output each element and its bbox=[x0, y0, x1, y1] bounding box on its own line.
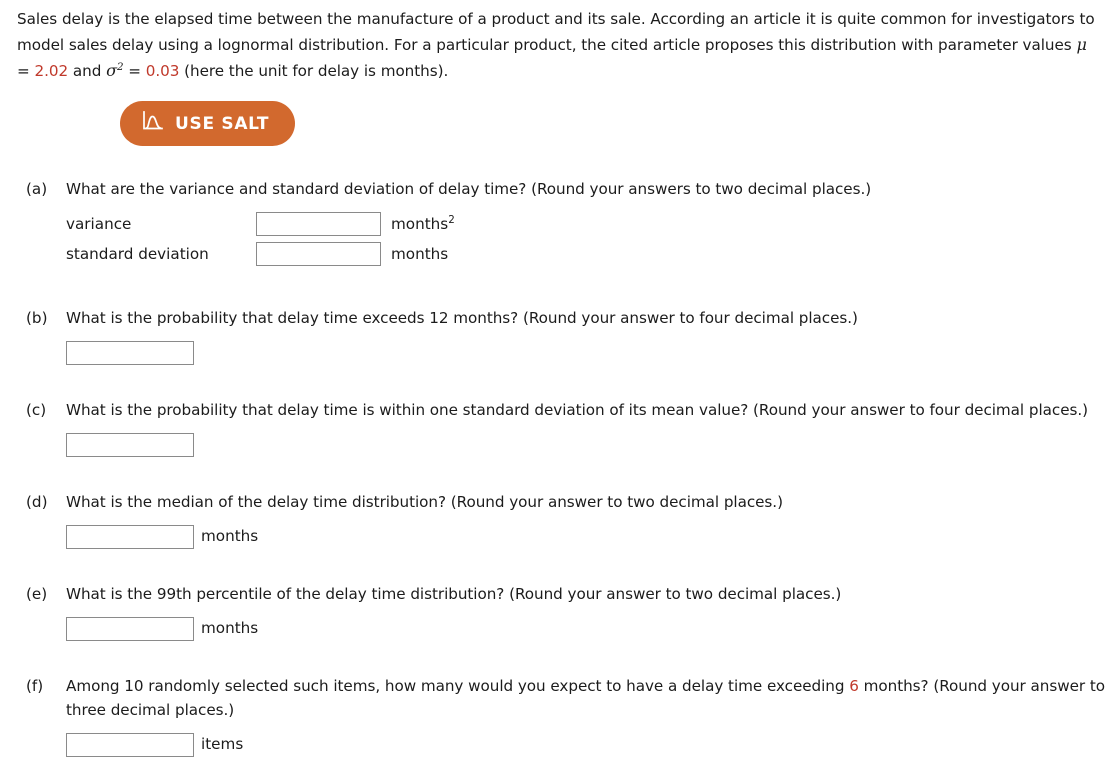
question-f: (f) Among 10 randomly selected such item… bbox=[0, 674, 1120, 758]
variance-input[interactable] bbox=[256, 212, 381, 236]
sigma-symbol: σ bbox=[106, 61, 117, 80]
exercise-page: Sales delay is the elapsed time between … bbox=[0, 0, 1120, 758]
question-b-label: (b) bbox=[26, 309, 48, 327]
question-b: (b) What is the probability that delay t… bbox=[0, 306, 1120, 365]
question-e-unit: months bbox=[201, 619, 259, 638]
question-b-input[interactable] bbox=[66, 341, 194, 365]
intro-text-part2: (here the unit for delay is months). bbox=[179, 62, 449, 80]
question-c-label: (c) bbox=[26, 401, 47, 420]
answer-row-standard-deviation: standard deviation months bbox=[66, 242, 455, 272]
question-f-highlight-value: 6 bbox=[849, 677, 859, 696]
question-a-answer-table: variance months2 standard deviation mont… bbox=[66, 212, 455, 272]
standard-deviation-unit-cell: months bbox=[391, 242, 455, 272]
variance-field-cell bbox=[256, 212, 391, 242]
question-d-label: (d) bbox=[26, 493, 48, 512]
question-e-input[interactable] bbox=[66, 617, 194, 642]
question-d-unit: months bbox=[201, 527, 259, 546]
use-salt-button[interactable]: USE SALT bbox=[120, 101, 296, 146]
variance-unit-cell: months2 bbox=[391, 212, 455, 242]
equals-sign-1: = bbox=[17, 62, 35, 80]
problem-statement: Sales delay is the elapsed time between … bbox=[0, 6, 1120, 84]
question-e: (e) What is the 99th percentile of the d… bbox=[0, 582, 1120, 642]
question-c: (c) What is the probability that delay t… bbox=[0, 398, 1120, 458]
use-salt-button-label: USE SALT bbox=[175, 113, 270, 134]
mu-value: 2.02 bbox=[34, 62, 69, 80]
question-a-label: (a) bbox=[26, 180, 48, 198]
variance-unit-exponent: 2 bbox=[448, 213, 455, 226]
question-b-text: What is the probability that delay time … bbox=[66, 309, 858, 327]
equals-sign-2: = bbox=[123, 62, 146, 80]
question-f-answer-row: items bbox=[66, 733, 1112, 758]
question-e-label: (e) bbox=[26, 585, 48, 604]
standard-deviation-input[interactable] bbox=[256, 242, 381, 266]
question-f-text: Among 10 randomly selected such items, h… bbox=[66, 674, 1112, 722]
question-f-input[interactable] bbox=[66, 733, 194, 758]
question-d-answer-row: months bbox=[66, 525, 1112, 550]
answer-row-variance: variance months2 bbox=[66, 212, 455, 242]
question-c-text: What is the probability that delay time … bbox=[66, 401, 1089, 420]
question-b-answer-row bbox=[66, 341, 1112, 365]
standard-deviation-unit: months bbox=[391, 244, 449, 263]
question-d-input[interactable] bbox=[66, 525, 194, 550]
intro-text-part1: Sales delay is the elapsed time between … bbox=[17, 10, 1095, 54]
sigma-value: 0.03 bbox=[145, 62, 180, 80]
standard-deviation-label: standard deviation bbox=[66, 244, 209, 263]
question-f-unit: items bbox=[201, 735, 244, 754]
question-a-text: What are the variance and standard devia… bbox=[66, 180, 872, 198]
variance-unit: months bbox=[391, 214, 449, 233]
distribution-curve-icon bbox=[142, 111, 164, 136]
mu-symbol: μ bbox=[1076, 35, 1087, 54]
and-connector: and bbox=[68, 62, 107, 80]
variance-label: variance bbox=[66, 214, 132, 233]
question-c-input[interactable] bbox=[66, 433, 194, 458]
standard-deviation-field-cell bbox=[256, 242, 391, 272]
question-f-label: (f) bbox=[26, 677, 44, 696]
question-d-text: What is the median of the delay time dis… bbox=[66, 493, 783, 512]
question-e-text: What is the 99th percentile of the delay… bbox=[66, 585, 842, 604]
question-c-answer-row bbox=[66, 433, 1112, 458]
salt-button-container: USE SALT bbox=[0, 84, 1120, 146]
question-a: (a) What are the variance and standard d… bbox=[0, 177, 1120, 272]
question-d: (d) What is the median of the delay time… bbox=[0, 490, 1120, 550]
question-e-answer-row: months bbox=[66, 617, 1112, 642]
question-f-text-before: Among 10 randomly selected such items, h… bbox=[66, 677, 850, 696]
